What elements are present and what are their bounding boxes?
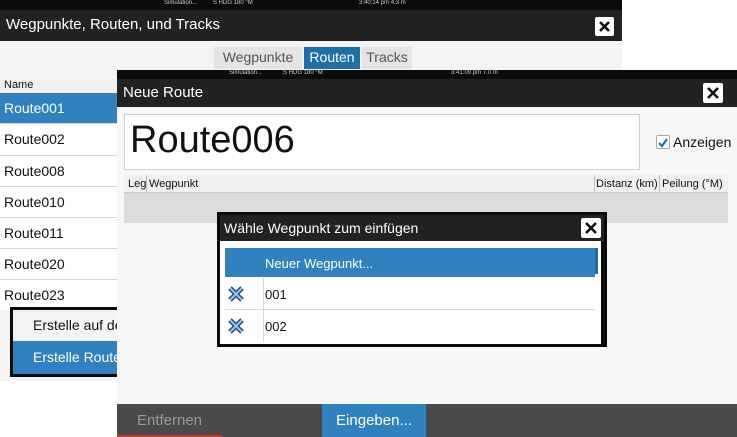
close-icon[interactable] bbox=[703, 83, 723, 103]
show-label: Anzeigen bbox=[673, 134, 732, 150]
show-checkbox[interactable] bbox=[656, 135, 670, 149]
header-bearing: Peilung (°M) bbox=[662, 178, 723, 190]
item-label: 001 bbox=[265, 287, 287, 302]
heading-readout: S HDG 180 °M bbox=[213, 0, 253, 6]
front-title-bar: Neue Route bbox=[117, 79, 737, 107]
simulation-label: Simulation... bbox=[229, 70, 263, 76]
waypoint-icon bbox=[228, 318, 244, 334]
list-item-new-waypoint[interactable]: Neuer Wegpunkt... bbox=[225, 248, 595, 278]
list-item-route002[interactable]: Route002 bbox=[0, 124, 120, 156]
tab-tracks[interactable]: Tracks bbox=[362, 47, 412, 69]
time-readout: 3:41:09 pm 7.0 m bbox=[451, 70, 498, 76]
header-distance: Distanz (km) bbox=[596, 178, 658, 190]
simulation-label: Simulation... bbox=[164, 0, 198, 6]
remove-button[interactable]: Entfernen bbox=[117, 404, 222, 437]
front-status-bar: Simulation... S HDG 180 °M 3:41:09 pm 7.… bbox=[117, 70, 737, 79]
route-name-value: Route006 bbox=[130, 119, 295, 161]
list-item-route020[interactable]: Route020 bbox=[0, 249, 120, 280]
create-route-button[interactable]: Erstelle Route bbox=[13, 341, 122, 374]
list-item-route011[interactable]: Route011 bbox=[0, 218, 120, 249]
back-status-bar: Simulation... S HDG 180 °M 3:40:14 pm 4.… bbox=[0, 0, 622, 10]
time-readout: 3:40:14 pm 4.3 m bbox=[359, 0, 406, 6]
list-item-001[interactable]: 001 bbox=[225, 278, 595, 310]
list-item-route023[interactable]: Route023 bbox=[0, 280, 120, 310]
list-item-002[interactable]: 002 bbox=[225, 310, 595, 342]
window-title: Neue Route bbox=[123, 84, 204, 101]
back-title-bar: Wegpunkte, Routen, und Tracks bbox=[0, 10, 622, 41]
checkmark-icon bbox=[658, 138, 668, 148]
item-label: Neuer Wegpunkt... bbox=[265, 256, 374, 271]
header-waypoint: Wegpunkt bbox=[149, 178, 199, 190]
close-icon[interactable] bbox=[581, 218, 601, 238]
close-icon[interactable] bbox=[595, 17, 614, 36]
scroll-indicator[interactable] bbox=[595, 248, 598, 274]
tab-routen[interactable]: Routen bbox=[304, 47, 360, 69]
dialog-title-bar: Wähle Wegpunkt zum einfügen bbox=[220, 215, 604, 241]
list-item-route010[interactable]: Route010 bbox=[0, 187, 120, 218]
tab-wegpunkte[interactable]: Wegpunkte bbox=[214, 47, 302, 69]
create-on-button[interactable]: Erstelle auf de bbox=[13, 310, 122, 341]
heading-readout: S HDG 180 °M bbox=[283, 70, 323, 76]
item-label: 002 bbox=[265, 319, 287, 334]
list-header: Name bbox=[0, 79, 120, 93]
header-leg: Leg bbox=[128, 178, 147, 190]
list-column-divider bbox=[263, 278, 264, 342]
list-item-route008[interactable]: Route008 bbox=[0, 156, 120, 187]
list-item-route001[interactable]: Route001 bbox=[0, 93, 120, 124]
waypoint-icon bbox=[228, 286, 244, 302]
route-name-field[interactable]: Route006 bbox=[124, 114, 640, 170]
window-title: Wegpunkte, Routen, und Tracks bbox=[6, 16, 221, 33]
table-header: Leg Wegpunkt Distanz (km) Peilung (°M) bbox=[124, 175, 728, 193]
enter-button[interactable]: Eingeben... bbox=[322, 404, 426, 437]
dialog-title: Wähle Wegpunkt zum einfügen bbox=[224, 220, 419, 236]
